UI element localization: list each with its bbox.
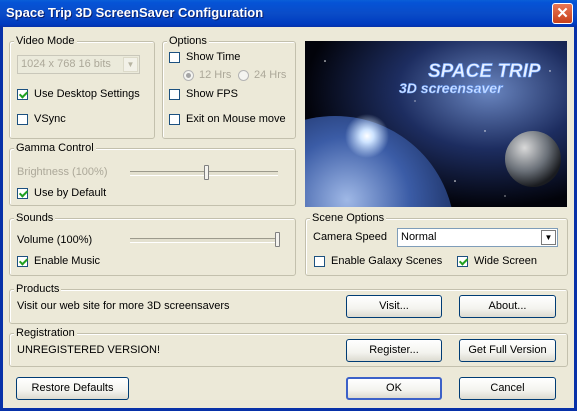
exit-on-mouse-checkbox[interactable] (169, 114, 180, 125)
show-fps-label: Show FPS (186, 88, 238, 100)
use-by-default-label: Use by Default (34, 187, 107, 199)
vsync-label: VSync (34, 113, 66, 125)
cancel-button[interactable]: Cancel (459, 377, 556, 400)
enable-music-checkbox[interactable] (17, 256, 28, 267)
enable-music-label: Enable Music (34, 255, 101, 267)
title-bar[interactable]: Space Trip 3D ScreenSaver Configuration … (0, 0, 577, 27)
camera-speed-label: Camera Speed (313, 231, 387, 243)
chevron-down-icon: ▼ (123, 57, 138, 72)
brightness-label: Brightness (100%) (17, 166, 108, 178)
space-scene-graphic: SPACE TRIP 3D screensaver (305, 41, 567, 207)
close-icon: ✕ (556, 5, 569, 22)
options-label: Options (167, 35, 209, 48)
about-button[interactable]: About... (459, 295, 556, 318)
banner-subtitle: 3D screensaver (399, 80, 504, 96)
products-label: Products (14, 283, 62, 296)
show-fps-checkbox[interactable] (169, 89, 180, 100)
time-24hrs-radio[interactable] (238, 70, 249, 81)
registration-status: UNREGISTERED VERSION! (17, 344, 161, 356)
vsync-checkbox[interactable] (17, 114, 28, 125)
volume-slider-track[interactable] (130, 238, 278, 243)
camera-speed-value: Normal (401, 231, 437, 243)
product-banner-image: SPACE TRIP 3D screensaver (305, 41, 567, 207)
resolution-select[interactable]: 1024 x 768 16 bits ▼ (17, 55, 140, 74)
window-title: Space Trip 3D ScreenSaver Configuration (6, 5, 264, 20)
time-12hrs-label: 12 Hrs (199, 69, 232, 81)
banner-title: SPACE TRIP (428, 61, 541, 82)
show-time-label: Show Time (186, 51, 241, 63)
use-by-default-checkbox[interactable] (17, 188, 28, 199)
enable-galaxy-scenes-label: Enable Galaxy Scenes (331, 255, 443, 267)
time-24hrs-label: 24 Hrs (254, 69, 287, 81)
wide-screen-label: Wide Screen (474, 255, 537, 267)
camera-speed-select[interactable]: Normal ▼ (397, 228, 558, 247)
use-desktop-settings-checkbox[interactable] (17, 89, 28, 100)
resolution-value: 1024 x 768 16 bits (21, 58, 111, 70)
scene-options-label: Scene Options (310, 212, 387, 225)
products-text: Visit our web site for more 3D screensav… (17, 300, 230, 312)
ok-button[interactable]: OK (346, 377, 442, 400)
time-12hrs-radio[interactable] (183, 70, 194, 81)
sounds-group: Sounds (9, 212, 296, 276)
enable-galaxy-scenes-checkbox[interactable] (314, 256, 325, 267)
video-mode-label: Video Mode (14, 35, 77, 48)
wide-screen-checkbox[interactable] (457, 256, 468, 267)
use-desktop-settings-label: Use Desktop Settings (34, 88, 140, 100)
scene-options-group: Scene Options (305, 212, 568, 276)
visit-button[interactable]: Visit... (346, 295, 442, 318)
registration-label: Registration (14, 327, 77, 340)
restore-defaults-button[interactable]: Restore Defaults (16, 377, 129, 400)
get-full-version-button[interactable]: Get Full Version (459, 339, 556, 362)
volume-slider-thumb[interactable] (275, 232, 280, 247)
close-button[interactable]: ✕ (552, 3, 573, 24)
chevron-down-icon: ▼ (541, 230, 556, 245)
brightness-slider-thumb[interactable] (204, 165, 209, 180)
gamma-control-label: Gamma Control (14, 142, 96, 155)
register-button[interactable]: Register... (346, 339, 442, 362)
volume-label: Volume (100%) (17, 234, 93, 246)
sounds-label: Sounds (14, 212, 56, 225)
exit-on-mouse-label: Exit on Mouse move (186, 113, 286, 125)
show-time-checkbox[interactable] (169, 52, 180, 63)
